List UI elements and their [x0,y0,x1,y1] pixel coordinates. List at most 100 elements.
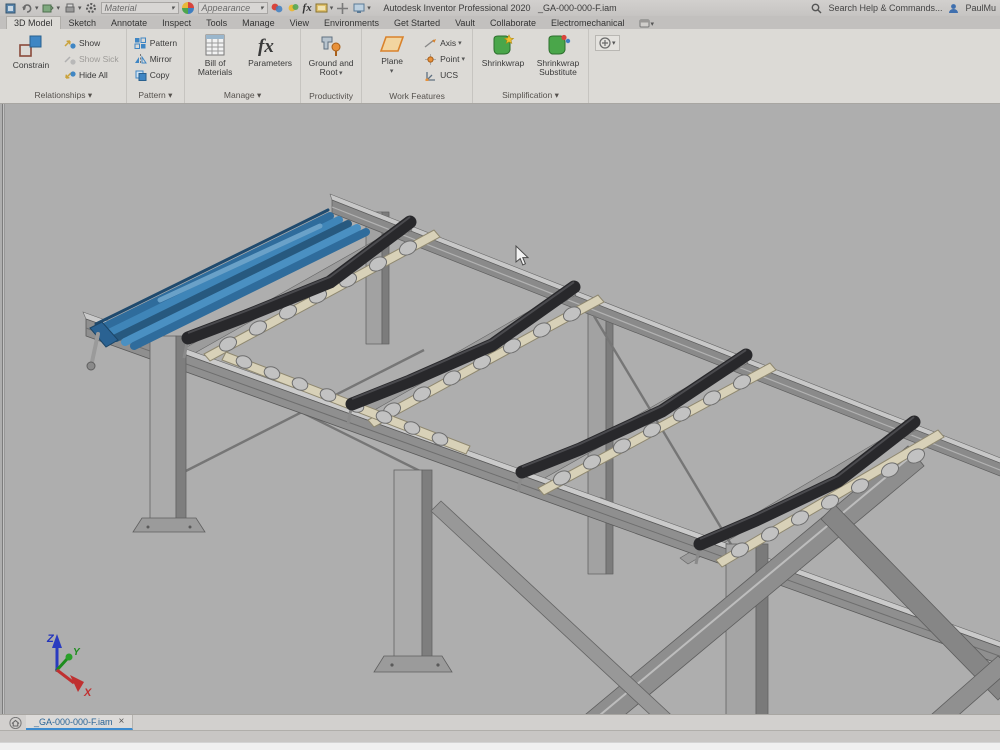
ribbon-options-icon [599,37,611,49]
shrinkwrap-substitute-button[interactable]: Shrinkwrap Substitute [532,31,584,77]
ground-and-root-icon [318,33,344,57]
parameters-fx-icon[interactable]: fx [303,2,312,14]
show-sick-icon [63,54,76,65]
document-name: _GA-000-000-F.iam [538,3,617,13]
inventor-window: ▾ ▾ ▾ Material ▾ Appearance [0,0,1000,750]
ucs-icon [424,70,437,81]
display-icon[interactable] [352,2,365,14]
tab-electromechanical[interactable]: Electromechanical [544,17,632,29]
mirror-icon [134,53,147,65]
panel-productivity: Ground and Root ▾ Productivity [301,29,362,103]
browser-panel-splitter[interactable] [2,104,5,714]
triad-z-label: Z [46,633,55,645]
constrain-icon [18,33,44,59]
adjust-color-icon[interactable] [271,2,284,14]
shrinkwrap-substitute-icon [545,33,571,57]
tab-3d-model[interactable]: 3D Model [6,16,61,29]
user-avatar-icon[interactable] [947,2,960,14]
plane-button[interactable]: Plane▾ [366,31,418,75]
model-viewport[interactable]: Z Y X [0,104,1000,714]
color-wheel-icon[interactable] [287,2,300,14]
material-select[interactable]: Material ▾ [101,2,179,14]
ucs-button[interactable]: UCS [421,67,468,83]
settings-gear-icon[interactable] [85,2,98,14]
panel-footer-relationships[interactable]: Relationships ▾ [1,90,126,103]
undo-icon[interactable] [20,2,33,14]
material-value: Material [105,3,137,13]
document-tab-bar: _GA-000-000-F.iam × [0,714,1000,730]
ribbon-tab-strip: 3D Model Sketch Annotate Inspect Tools M… [0,16,1000,29]
search-help-commands[interactable]: Search Help & Commands... [828,3,942,13]
tab-collaborate[interactable]: Collaborate [483,17,543,29]
ribbon-toggle-icon [639,19,650,28]
shrinkwrap-button[interactable]: Shrinkwrap [477,31,529,68]
ground-and-root-button[interactable]: Ground and Root ▾ [305,31,357,77]
hide-all-icon [63,70,76,81]
parameters-fx-icon: fx [255,33,285,57]
tab-sketch[interactable]: Sketch [62,17,104,29]
constrain-button[interactable]: Constrain [5,31,57,70]
panel-manage: Bill of Materials fx Parameters Manage ▾ [185,29,301,103]
panel-simplification: Shrinkwrap Shrinkwrap Substitute Simplif… [473,29,589,103]
redo-dropdown[interactable]: ▾ [57,4,61,12]
home-button[interactable] [4,715,26,730]
panel-footer-manage[interactable]: Manage ▾ [185,90,300,103]
tab-inspect[interactable]: Inspect [155,17,198,29]
document-tab-active[interactable]: _GA-000-000-F.iam × [26,715,133,730]
close-tab-icon[interactable]: × [119,716,125,727]
ribbon-options-button[interactable]: ▾ [595,35,620,51]
pattern-button[interactable]: Pattern [131,35,180,51]
display-dropdown[interactable]: ▾ [367,4,371,12]
hide-all-button[interactable]: Hide All [60,67,122,83]
plane-icon [379,33,405,55]
panel-footer-work-features[interactable]: Work Features [362,91,472,103]
show-button[interactable]: Show [60,35,122,51]
appearance-sphere-icon[interactable] [182,2,195,14]
tab-environments[interactable]: Environments [317,17,386,29]
tab-get-started[interactable]: Get Started [387,17,447,29]
copy-button[interactable]: Copy [131,67,180,83]
tab-view[interactable]: View [283,17,316,29]
point-button[interactable]: Point ▾ [421,51,468,67]
parameters-button[interactable]: fx Parameters [244,31,296,68]
shrinkwrap-substitute-label: Shrinkwrap Substitute [533,59,583,77]
panel-pattern: Pattern Mirror Copy Pattern ▾ [127,29,185,103]
image-icon[interactable] [315,2,328,14]
axis-button[interactable]: Axis ▾ [421,35,468,51]
tab-annotate[interactable]: Annotate [104,17,154,29]
panel-footer-pattern[interactable]: Pattern ▾ [127,90,184,103]
pattern-label: Pattern [150,38,177,48]
bill-of-materials-icon [203,33,227,57]
appearance-value: Appearance [202,3,251,13]
pattern-icon [134,37,147,49]
appearance-select[interactable]: Appearance ▾ [198,2,268,14]
print-icon[interactable] [63,2,76,14]
home-icon [9,717,22,729]
app-icon[interactable] [4,2,17,14]
show-sick-button[interactable]: Show Sick [60,51,122,67]
panel-footer-productivity[interactable]: Productivity [301,91,361,103]
bill-of-materials-button[interactable]: Bill of Materials [189,31,241,77]
tab-tools[interactable]: Tools [199,17,234,29]
search-icon[interactable] [810,2,823,14]
ground-and-root-arrow: ▾ [339,70,343,77]
ucs-label: UCS [440,70,458,80]
mirror-button[interactable]: Mirror [131,51,180,67]
tab-manage[interactable]: Manage [235,17,282,29]
parameters-label: Parameters [248,59,292,68]
panel-footer-simplification[interactable]: Simplification ▾ [473,90,588,103]
print-dropdown[interactable]: ▾ [78,4,82,12]
copy-icon [134,69,147,81]
undo-dropdown[interactable]: ▾ [35,4,39,12]
tab-vault[interactable]: Vault [448,17,482,29]
3d-model-conveyor-assembly[interactable]: Z Y X [0,104,1000,714]
axis-icon [424,38,437,49]
image-dropdown[interactable]: ▾ [330,4,334,12]
constrain-label: Constrain [13,61,49,70]
move-icon[interactable] [336,2,349,14]
point-label: Point [440,54,459,64]
user-name[interactable]: PaulMu [965,3,996,13]
redo-icon[interactable] [42,2,55,14]
triad-x-label: X [83,687,92,699]
ribbon-display-toggle[interactable]: ▾ [633,19,661,29]
